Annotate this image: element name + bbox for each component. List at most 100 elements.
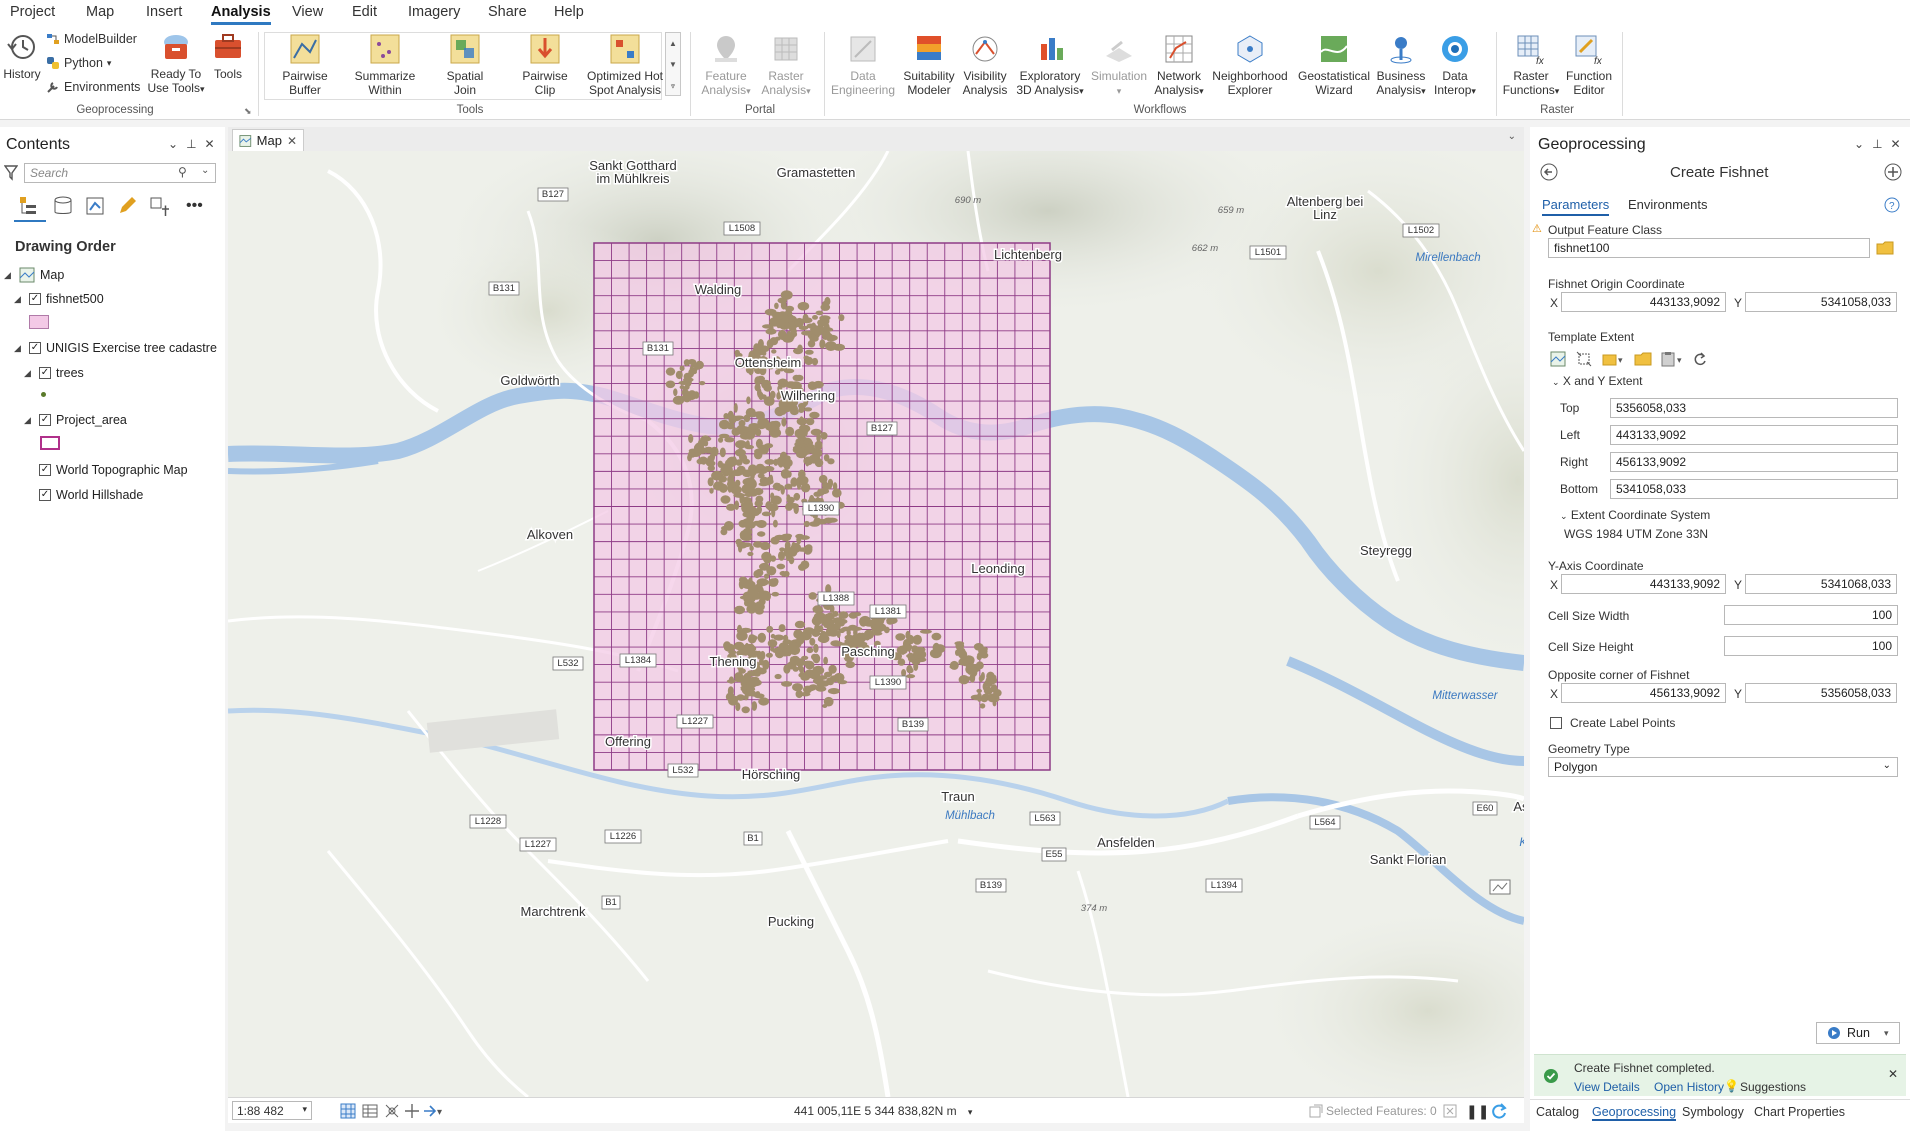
menu-map[interactable]: Map (86, 4, 114, 20)
suitability-modeler-button[interactable]: Suitability Modeler (898, 32, 960, 97)
history-button[interactable]: History (2, 30, 42, 81)
pin-icon[interactable]: ⊥ (1872, 137, 1890, 151)
expand-icon[interactable]: ◢ (4, 270, 14, 281)
contents-search-input[interactable]: Search (24, 163, 216, 183)
tab-parameters[interactable]: Parameters (1542, 197, 1610, 216)
map-overview-icon[interactable] (1488, 877, 1512, 897)
chevron-down-icon[interactable]: ⌄ (201, 165, 209, 176)
reset-extent-icon[interactable] (1692, 351, 1708, 367)
browse-extent-folder-icon[interactable] (1634, 351, 1652, 367)
layer-world-topographic-map[interactable]: ✓ World Topographic Map (24, 463, 188, 477)
simulation-button[interactable]: Simulation ▾ (1090, 32, 1148, 98)
modelbuilder-button[interactable]: ModelBuilder (46, 32, 137, 46)
draw-extent-icon[interactable] (1576, 351, 1592, 367)
expand-icon[interactable]: ◢ (14, 294, 24, 305)
origin-y-input[interactable]: 5341058,033 (1745, 292, 1897, 312)
create-label-points-option[interactable]: Create Label Points (1550, 716, 1675, 730)
geostatistical-wizard-button[interactable]: Geostatistical Wizard (1292, 32, 1376, 97)
open-history-link[interactable]: Open History (1654, 1080, 1724, 1094)
spatial-join-button[interactable]: Spatial Join (430, 32, 500, 97)
menu-project[interactable]: Project (10, 4, 55, 20)
table-icon[interactable] (362, 1103, 378, 1119)
layer-fishnet500[interactable]: ◢ ✓ fishnet500 (14, 292, 104, 306)
layer-map[interactable]: ◢ Map (4, 267, 64, 283)
pairwise-clip-button[interactable]: Pairwise Clip (510, 32, 580, 97)
fishnet-symbol-swatch[interactable] (29, 315, 49, 329)
expand-icon[interactable]: ◢ (14, 343, 24, 354)
refresh-icon[interactable] (1490, 1102, 1508, 1120)
raster-functions-button[interactable]: fx Raster Functions▾ (1500, 32, 1562, 98)
layer-visibility-checkbox[interactable]: ✓ (39, 414, 51, 426)
extent-cs-toggle[interactable]: ⌄ Extent Coordinate System (1560, 508, 1710, 522)
suggestions-link[interactable]: Suggestions (1740, 1080, 1806, 1094)
menu-insert[interactable]: Insert (146, 4, 182, 20)
list-by-drawing-order-icon[interactable] (18, 195, 40, 217)
data-interop-button[interactable]: Data Interop▾ (1428, 32, 1482, 98)
list-by-source-icon[interactable] (52, 195, 74, 217)
tab-environments[interactable]: Environments (1628, 197, 1707, 212)
environments-button[interactable]: Environments (46, 80, 140, 94)
map-canvas[interactable]: Sankt Gotthardim Mühlkreis GramastettenAl… (228, 151, 1524, 1097)
search-icon[interactable]: ⚲ (178, 165, 187, 179)
network-analysis-button[interactable]: Network Analysis▾ (1150, 32, 1208, 98)
pane-menu-icon[interactable]: ⌄ (1854, 137, 1872, 151)
layer-visibility-checkbox[interactable]: ✓ (39, 464, 51, 476)
snapping-icon[interactable] (384, 1103, 400, 1119)
trees-symbol-point[interactable] (41, 392, 46, 397)
list-by-editing-icon[interactable] (116, 195, 138, 217)
xy-extent-toggle[interactable]: ⌄ X and Y Extent (1552, 374, 1643, 388)
cell-size-height-input[interactable]: 100 (1724, 636, 1898, 656)
function-editor-button[interactable]: fx Function Editor (1562, 32, 1616, 97)
visibility-analysis-button[interactable]: Visibility Analysis (958, 32, 1012, 97)
expand-icon[interactable]: ◢ (24, 415, 34, 426)
filter-icon[interactable] (4, 165, 18, 181)
layer-group-unigis[interactable]: ◢ ✓ UNIGIS Exercise tree cadastre (14, 341, 217, 355)
layer-visibility-checkbox[interactable]: ✓ (39, 489, 51, 501)
pin-icon[interactable]: ⊥ (186, 137, 204, 151)
list-by-selection-icon[interactable] (84, 195, 106, 217)
menu-edit[interactable]: Edit (352, 4, 377, 20)
chevron-down-icon[interactable]: ⌄ (1508, 131, 1516, 142)
list-by-snapping-icon[interactable] (148, 195, 170, 217)
menu-share[interactable]: Share (488, 4, 527, 20)
layer-visibility-checkbox[interactable]: ✓ (29, 342, 41, 354)
business-analysis-button[interactable]: Business Analysis▾ (1376, 32, 1426, 98)
menu-imagery[interactable]: Imagery (408, 4, 460, 20)
extent-left-input[interactable]: 443133,9092 (1610, 425, 1898, 445)
bottom-tab-geoprocessing[interactable]: Geoprocessing (1592, 1105, 1677, 1121)
pane-menu-icon[interactable]: ⌄ (168, 137, 186, 151)
grid-toggle-icon[interactable] (340, 1103, 356, 1119)
geometry-type-select[interactable]: Polygon ⌄ (1548, 757, 1898, 777)
menu-view[interactable]: View (292, 4, 323, 20)
project-area-symbol-swatch[interactable] (40, 436, 60, 450)
run-button[interactable]: Run ▾ (1816, 1022, 1900, 1044)
bottom-tab-catalog[interactable]: Catalog (1536, 1105, 1579, 1119)
summarize-within-button[interactable]: Summarize Within (350, 32, 420, 97)
add-plus-icon[interactable] (1884, 163, 1902, 181)
expand-icon[interactable]: ◢ (24, 368, 34, 379)
map-scale-field[interactable]: 1:88 482 ▾ (232, 1101, 312, 1120)
yaxis-y-input[interactable]: 5341068,033 (1745, 574, 1897, 594)
layer-extent-icon[interactable]: ▾ (1602, 351, 1626, 367)
paste-extent-icon[interactable]: ▾ (1660, 351, 1686, 367)
layer-project-area[interactable]: ◢ ✓ Project_area (24, 413, 127, 427)
exploratory-3d-analysis-button[interactable]: Exploratory 3D Analysis▾ (1012, 32, 1088, 98)
chevron-down-icon[interactable]: ▾ (302, 1104, 307, 1115)
yaxis-x-input[interactable]: 443133,9092 (1561, 574, 1726, 594)
extent-top-input[interactable]: 5356058,033 (1610, 398, 1898, 418)
opposite-x-input[interactable]: 456133,9092 (1561, 683, 1726, 703)
extent-right-input[interactable]: 456133,9092 (1610, 452, 1898, 472)
more-options-icon[interactable]: ••• (186, 197, 203, 215)
refresh-display-icon[interactable]: ▾ (422, 1103, 446, 1119)
create-label-points-checkbox[interactable] (1550, 717, 1562, 729)
close-tab-icon[interactable]: ✕ (287, 134, 297, 148)
gallery-scroll[interactable]: ▲ ▼ ⩔ (665, 32, 681, 96)
feature-analysis-button[interactable]: Feature Analysis▾ (696, 32, 756, 98)
raster-analysis-button[interactable]: Raster Analysis▾ (756, 32, 816, 98)
bottom-tab-symbology[interactable]: Symbology (1682, 1105, 1744, 1119)
python-button[interactable]: Python ▾ (46, 56, 111, 70)
map-tab[interactable]: Map ✕ (232, 129, 304, 151)
chevron-down-icon[interactable]: ▾ (968, 1107, 973, 1117)
chevron-down-icon[interactable]: ▾ (1884, 1028, 1889, 1039)
current-display-extent-icon[interactable] (1550, 351, 1566, 367)
